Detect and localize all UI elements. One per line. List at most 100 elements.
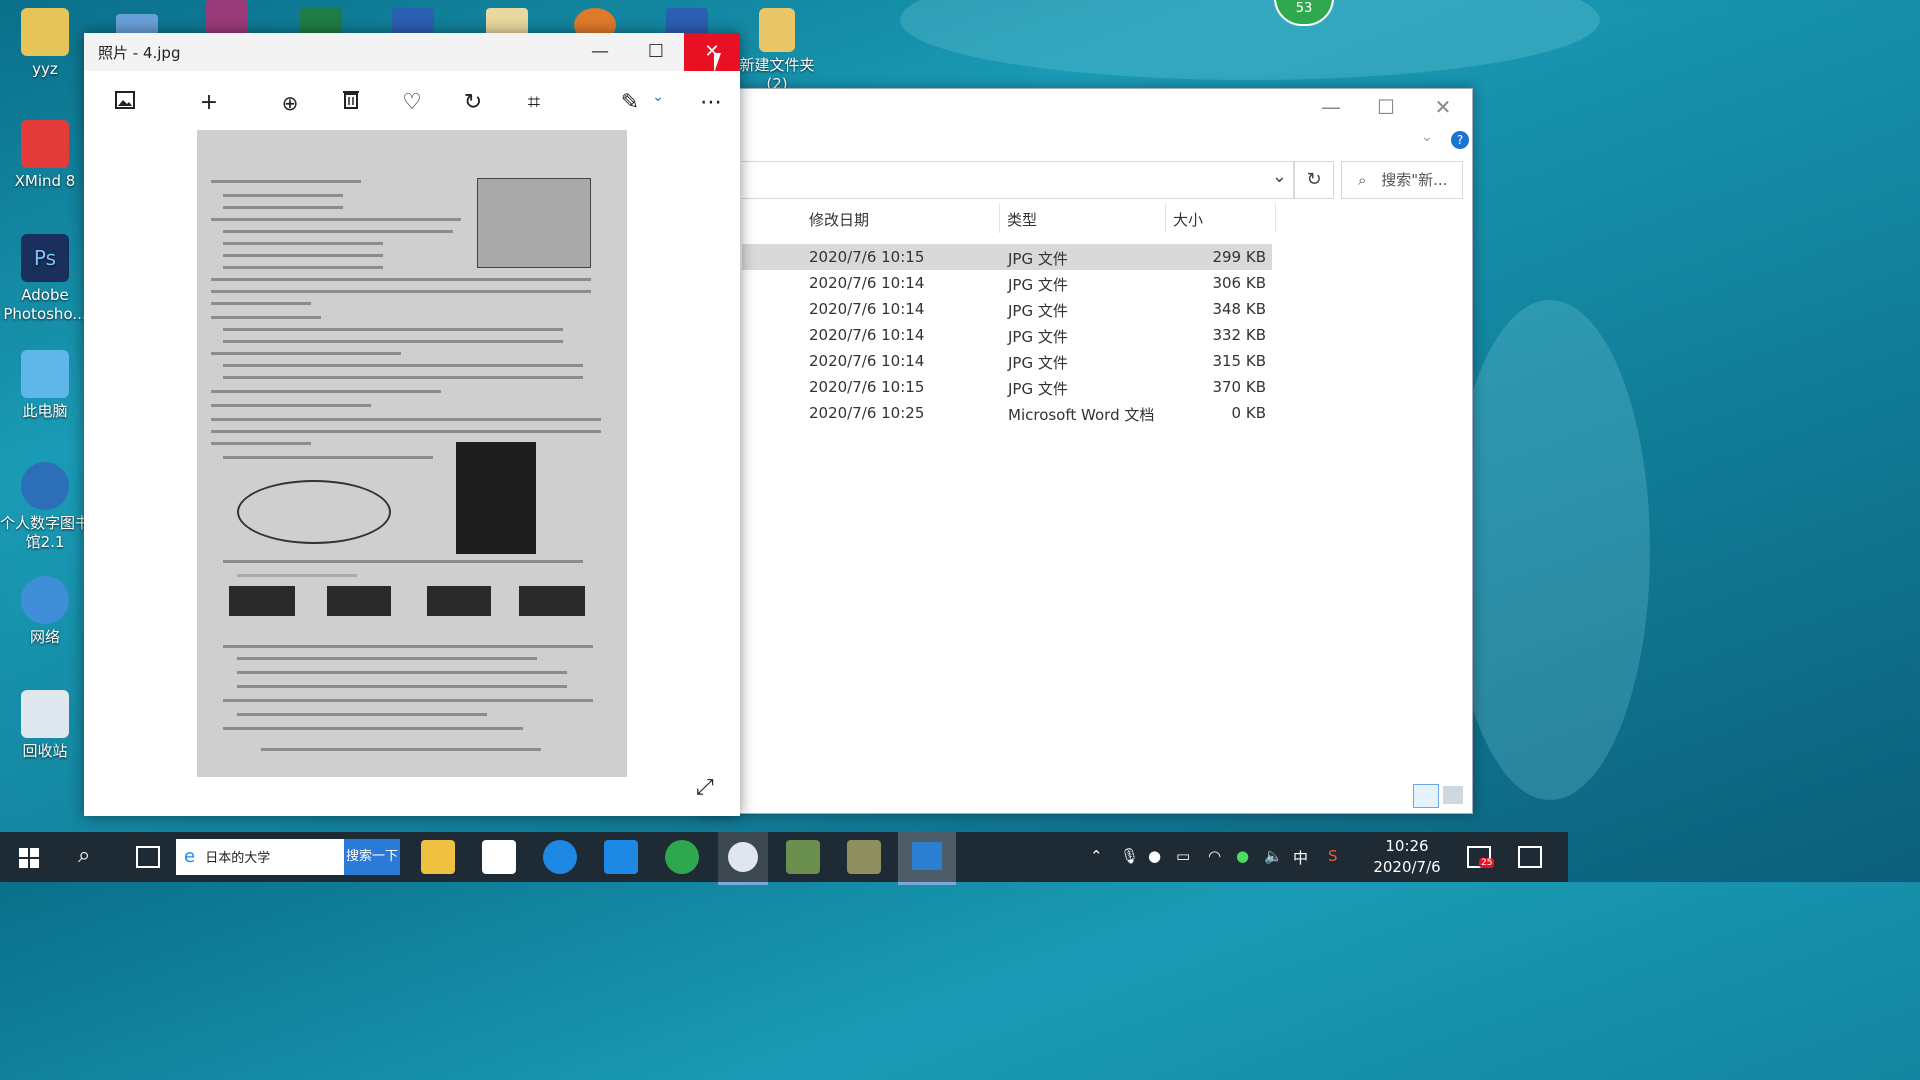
column-divider[interactable] [1165,203,1166,233]
expand-ribbon-icon[interactable]: ⌄ [1421,129,1433,145]
volume-icon[interactable]: 🔈 [1264,847,1283,865]
action-center-icon[interactable] [1518,846,1542,868]
window-title: 照片 - 4.jpg [98,44,181,62]
wifi-icon[interactable]: ◠ [1208,847,1221,865]
explorer-titlebar: — ☐ ✕ [701,89,1472,125]
file-type: JPG 文件 [1008,354,1068,372]
file-type: JPG 文件 [1008,380,1068,398]
details-view-icon[interactable] [1413,784,1439,808]
clock-time: 10:26 [1385,837,1429,855]
zoom-in-icon[interactable]: ⊕ [272,85,308,121]
start-icon[interactable] [19,848,39,868]
column-divider[interactable] [999,203,1000,233]
address-bar[interactable]: ⌄ [741,161,1294,199]
ime-indicator[interactable]: 中 [1293,847,1308,868]
crop-icon[interactable]: ⌗ [516,85,552,121]
photos-icon [912,842,942,870]
more-icon[interactable]: ⋯ [693,85,729,121]
rotate-icon[interactable]: ↻ [455,85,491,121]
file-row[interactable]: 2020/7/6 10:14 JPG 文件 315 KB [742,348,1272,374]
file-size: 348 KB [1212,300,1266,318]
sogou-icon[interactable]: S [1328,847,1338,865]
close-icon[interactable]: ✕ [1418,91,1468,123]
mail-icon[interactable] [604,840,638,874]
help-icon[interactable]: ? [1451,131,1469,149]
maximize-icon[interactable]: ☐ [1361,91,1411,123]
app-icon[interactable] [847,840,881,874]
file-row[interactable]: 2020/7/6 10:15 JPG 文件 370 KB [742,374,1272,400]
desktop-app-icon[interactable] [206,0,248,34]
taskbar-search-input[interactable]: e 日本的大学 [176,839,344,875]
file-size: 315 KB [1212,352,1266,370]
user-folder-icon [21,8,69,56]
file-type: JPG 文件 [1008,276,1068,294]
column-header-size[interactable]: 大小 [1173,209,1203,230]
photos-taskbar-item[interactable] [898,832,956,885]
delete-icon[interactable] [333,85,369,121]
minimize-icon[interactable]: — [572,33,628,71]
library-icon [21,462,69,510]
taskbar-search-button[interactable]: 搜索一下 [344,839,400,875]
column-divider[interactable] [1275,203,1276,233]
taskbar-clock[interactable]: 10:26 2020/7/6 [1365,836,1449,878]
search-icon[interactable]: ⌕ [78,843,90,868]
desktop-folder[interactable]: 新建文件夹 (2) [732,8,822,94]
network-icon [21,576,69,624]
add-icon[interactable]: + [191,85,227,121]
badge-count: 53 [1295,1,1313,16]
large-icons-view-icon[interactable] [1443,786,1463,804]
column-header-type[interactable]: 类型 [1007,209,1037,230]
photos-app-window: 照片 - 4.jpg — ☐ ✕ + ⊕ ♡ ↻ ⌗ ✎ ⌄ ⋯ ⤢ [84,33,740,816]
notification-app-icon[interactable]: 25 [1467,846,1495,868]
edge-icon[interactable] [543,840,577,874]
search-box[interactable]: ⌕ 搜索"新... [1341,161,1463,199]
qq-icon[interactable]: ● [1148,847,1161,865]
photo-icon[interactable] [107,85,143,121]
desktop-icon-library[interactable]: 个人数字图书馆2.1 [0,462,90,552]
address-dropdown-icon[interactable]: ⌄ [1272,166,1287,187]
chevron-up-icon[interactable]: ⌃ [1090,847,1103,865]
desktop-icon-label: Adobe Photosho... [3,286,87,323]
file-row[interactable]: 2020/7/6 10:15 JPG 文件 299 KB [742,244,1272,270]
browser-green-icon[interactable] [665,840,699,874]
clock-date: 2020/7/6 [1373,858,1441,876]
active-app-highlight[interactable] [718,832,768,885]
maximize-icon[interactable]: ☐ [628,33,684,71]
file-size: 299 KB [1212,248,1266,266]
desktop-icon-network[interactable]: 网络 [0,576,90,647]
file-size: 306 KB [1212,274,1266,292]
task-view-icon[interactable] [136,846,160,868]
close-icon[interactable]: ✕ [684,33,740,71]
fullscreen-icon[interactable]: ⤢ [696,775,714,800]
file-row[interactable]: 2020/7/6 10:14 JPG 文件 306 KB [742,270,1272,296]
file-explorer-icon[interactable] [421,840,455,874]
desktop-icon-xmind[interactable]: XMind 8 [0,120,90,191]
file-row[interactable]: 2020/7/6 10:14 JPG 文件 332 KB [742,322,1272,348]
file-size: 0 KB [1231,404,1266,422]
desktop-icon-label: 个人数字图书馆2.1 [0,514,91,551]
wechat-icon[interactable]: ● [1236,847,1249,865]
desktop-icon-yyz[interactable]: yyz [0,8,90,79]
store-icon[interactable] [482,840,516,874]
chevron-down-icon[interactable]: ⌄ [640,79,676,115]
file-date: 2020/7/6 10:14 [809,274,925,292]
desktop-icon-photoshop[interactable]: Ps Adobe Photosho... [0,234,90,324]
refresh-icon[interactable]: ↻ [1294,161,1334,199]
file-date: 2020/7/6 10:14 [809,352,925,370]
file-row[interactable]: 2020/7/6 10:25 Microsoft Word 文档 0 KB [742,400,1272,426]
movie-poster-image [456,442,536,554]
file-date: 2020/7/6 10:25 [809,404,925,422]
desktop-icon-recycle-bin[interactable]: 回收站 [0,690,90,761]
heart-icon[interactable]: ♡ [394,85,430,121]
search-placeholder: 搜索"新... [1381,171,1448,189]
file-row[interactable]: 2020/7/6 10:14 JPG 文件 348 KB [742,296,1272,322]
microphone-icon[interactable]: 🎙 [1120,847,1139,865]
photoshop-icon: Ps [21,234,69,282]
column-header-date[interactable]: 修改日期 [809,209,869,230]
file-type: JPG 文件 [1008,328,1068,346]
file-date: 2020/7/6 10:15 [809,248,925,266]
minimize-icon[interactable]: — [1306,91,1356,123]
battery-icon[interactable]: ▭ [1176,847,1190,865]
desktop-icon-this-pc[interactable]: 此电脑 [0,350,90,421]
app-icon[interactable] [786,840,820,874]
